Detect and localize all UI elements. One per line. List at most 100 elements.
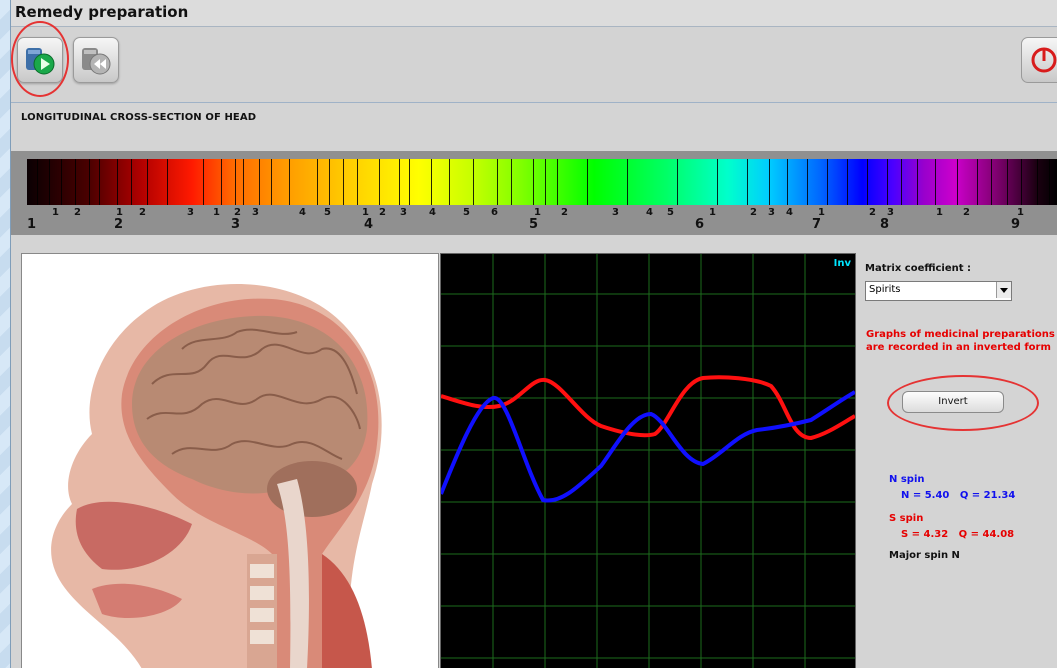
spectrum-sub-label: 6: [491, 207, 498, 218]
spectrum-tick: [203, 159, 204, 205]
inverted-indicator: Inv: [833, 258, 851, 269]
spectrum-band-label: 4: [364, 217, 374, 232]
spectrum-tick: [131, 159, 132, 205]
spectrum-sub-label: 1: [936, 207, 943, 218]
play-disc-icon: [26, 48, 55, 75]
spectrum-tick: [887, 159, 888, 205]
spectrum-tick: [977, 159, 978, 205]
warning-line-1: Graphs of medicinal preparations: [866, 329, 1055, 340]
chevron-down-icon[interactable]: [996, 282, 1011, 298]
spectrum-tick: [957, 159, 958, 205]
spectrum-sub-label: 3: [612, 207, 619, 218]
spectrum-tick: [717, 159, 718, 205]
s-spin-values: S = 4.32 Q = 44.08: [901, 529, 1015, 540]
frequency-spectrum: 1212312345123456123451234123121123456789: [11, 151, 1057, 235]
head-illustration: [51, 284, 382, 668]
spectrum-bar: [27, 159, 1057, 205]
spectrum-tick: [533, 159, 534, 205]
rewind-button[interactable]: [73, 37, 119, 83]
spectrum-tick: [243, 159, 244, 205]
spectrum-tick: [61, 159, 62, 205]
spectrum-sub-label: 2: [139, 207, 146, 218]
spectrum-tick: [75, 159, 76, 205]
spectrum-sub-label: 2: [74, 207, 81, 218]
matrix-coefficient-value: Spirits: [869, 284, 901, 295]
spectrum-tick: [847, 159, 848, 205]
spectrum-sub-label: 4: [646, 207, 653, 218]
spectrum-tick: [497, 159, 498, 205]
power-icon: [1031, 47, 1057, 73]
spectrum-tick: [1021, 159, 1022, 205]
spectrum-tick: [357, 159, 358, 205]
section-label: LONGITUDINAL CROSS-SECTION OF HEAD: [21, 112, 257, 123]
power-button[interactable]: [1021, 37, 1057, 83]
spectrum-tick: [511, 159, 512, 205]
spectrum-tick: [1037, 159, 1038, 205]
spectrum-tick: [827, 159, 828, 205]
spectrum-sub-label: 3: [252, 207, 259, 218]
spectrum-band-label: 5: [529, 217, 539, 232]
spectrum-tick: [89, 159, 90, 205]
window-title: Remedy preparation: [15, 3, 189, 21]
spectrum-tick: [329, 159, 330, 205]
spectrum-tick: [473, 159, 474, 205]
spectrum-tick: [343, 159, 344, 205]
spectrum-sub-label: 4: [786, 207, 793, 218]
n-spin-values: N = 5.40 Q = 21.34: [901, 490, 1016, 501]
spectrum-tick: [747, 159, 748, 205]
rewind-disc-icon: [82, 48, 111, 75]
toolbar: [11, 21, 1057, 103]
spectrum-sub-label: 4: [429, 207, 436, 218]
spectrum-tick: [545, 159, 546, 205]
spectrum-tick: [677, 159, 678, 205]
spectrum-tick: [587, 159, 588, 205]
invert-button[interactable]: Invert: [902, 391, 1004, 413]
s-spin-title: S spin: [889, 513, 924, 524]
play-button[interactable]: [17, 37, 63, 83]
spectrum-tick: [117, 159, 118, 205]
inverted-warning: Graphs of medicinal preparations are rec…: [866, 328, 1057, 354]
spectrum-tick: [787, 159, 788, 205]
spectrum-tick: [449, 159, 450, 205]
major-spin-label: Major spin N: [889, 550, 960, 561]
spectrum-tick: [557, 159, 558, 205]
spectrum-sub-label: 3: [400, 207, 407, 218]
spectrum-tick: [1049, 159, 1050, 205]
spectrum-tick: [917, 159, 918, 205]
spectrum-tick: [399, 159, 400, 205]
spectrum-tick: [627, 159, 628, 205]
spectrum-sub-label: 2: [963, 207, 970, 218]
spectrum-tick: [167, 159, 168, 205]
spectrum-tick: [807, 159, 808, 205]
title-bar: Remedy preparation: [11, 0, 1057, 27]
warning-line-2: are recorded in an inverted form: [866, 342, 1051, 353]
spectrum-tick: [901, 159, 902, 205]
spectrum-tick: [935, 159, 936, 205]
spectrum-tick: [769, 159, 770, 205]
spectrum-band-label: 3: [231, 217, 241, 232]
spectrum-tick: [317, 159, 318, 205]
spectrum-sub-label: 5: [667, 207, 674, 218]
spectrum-tick: [271, 159, 272, 205]
spectrum-band-label: 1: [27, 217, 37, 232]
spectrum-tick: [49, 159, 50, 205]
spectrum-sub-label: 3: [768, 207, 775, 218]
spectrum-tick: [289, 159, 290, 205]
spectrum-sub-label: 5: [324, 207, 331, 218]
spectrum-sub-label: 1: [213, 207, 220, 218]
spectrum-sub-label: 2: [869, 207, 876, 218]
matrix-coefficient-select[interactable]: Spirits: [865, 281, 1012, 301]
spectrum-sub-label: 1: [52, 207, 59, 218]
side-panel: Matrix coefficient : Spirits Graphs of m…: [859, 253, 1057, 668]
spectrum-tick: [147, 159, 148, 205]
spectrum-tick: [99, 159, 100, 205]
spectrum-band-label: 6: [695, 217, 705, 232]
spin-graph: Inv: [439, 253, 856, 668]
matrix-coefficient-label: Matrix coefficient :: [865, 263, 972, 274]
spectrum-tick: [37, 159, 38, 205]
spectrum-band-label: 8: [880, 217, 890, 232]
spectrum-sub-label: 4: [299, 207, 306, 218]
spectrum-tick: [379, 159, 380, 205]
spectrum-band-label: 9: [1011, 217, 1021, 232]
head-cross-section-image: [21, 253, 439, 668]
